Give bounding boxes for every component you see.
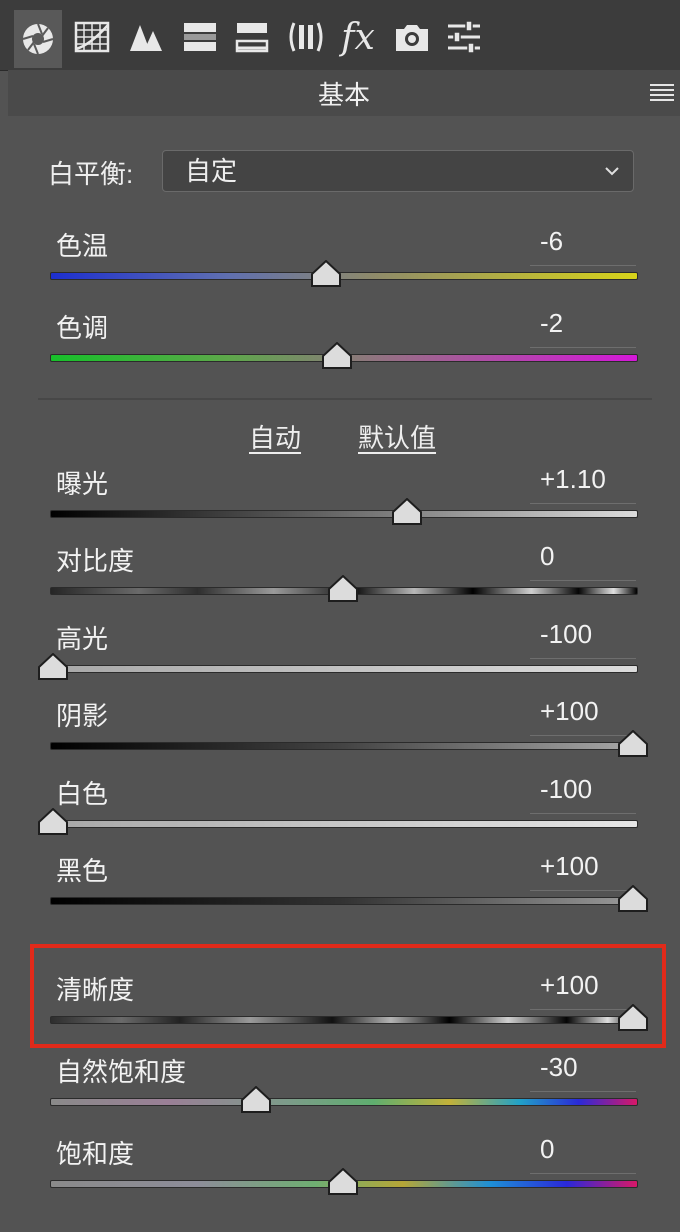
presets-sliders-icon[interactable]: [440, 12, 488, 62]
detail-triangles-icon[interactable]: [122, 12, 170, 62]
lens-corrections-icon[interactable]: [282, 12, 330, 62]
slider-track-temp[interactable]: [50, 272, 638, 280]
slider-value-whites[interactable]: -100: [530, 774, 636, 814]
slider-thumb-saturation[interactable]: [327, 1168, 359, 1196]
panel-menu-icon[interactable]: [650, 82, 674, 102]
slider-track-vibrance[interactable]: [50, 1098, 638, 1106]
hsl-gradient-icon[interactable]: [176, 12, 224, 62]
slider-track-whites[interactable]: [50, 820, 638, 828]
panel-title: 基本: [317, 79, 370, 110]
slider-value-tint[interactable]: -2: [530, 308, 636, 348]
slider-label-exposure: 曝光: [56, 469, 109, 499]
slider-thumb-tint[interactable]: [321, 342, 353, 370]
slider-value-exposure[interactable]: +1.10: [530, 464, 636, 504]
slider-track-shadows[interactable]: [50, 742, 638, 750]
slider-thumb-vibrance[interactable]: [240, 1086, 272, 1114]
slider-thumb-shadows[interactable]: [617, 730, 649, 758]
split-toning-icon[interactable]: [228, 12, 276, 62]
slider-label-vibrance: 自然饱和度: [56, 1057, 187, 1087]
slider-label-contrast: 对比度: [56, 546, 135, 576]
camera-calibration-icon[interactable]: [388, 12, 436, 62]
panel-toolbar: fx: [0, 0, 680, 71]
slider-thumb-blacks[interactable]: [617, 885, 649, 913]
slider-label-whites: 白色: [56, 779, 109, 809]
slider-label-shadows: 阴影: [56, 701, 109, 731]
slider-thumb-highlights[interactable]: [37, 653, 69, 681]
slider-thumb-exposure[interactable]: [391, 498, 423, 526]
slider-value-contrast[interactable]: 0: [530, 541, 636, 581]
white-balance-value: 自定: [185, 156, 238, 186]
clarity-highlight-box: [30, 944, 666, 1048]
slider-label-highlights: 高光: [56, 624, 109, 654]
slider-value-highlights[interactable]: -100: [530, 619, 636, 659]
slider-value-vibrance[interactable]: -30: [530, 1052, 636, 1092]
fx-label: fx: [341, 16, 375, 58]
default-link[interactable]: 默认值: [358, 418, 436, 455]
slider-value-saturation[interactable]: 0: [530, 1134, 636, 1174]
white-balance-label: 白平衡:: [48, 159, 134, 189]
slider-track-blacks[interactable]: [50, 897, 638, 905]
tone-curve-grid-icon[interactable]: [68, 12, 116, 62]
slider-thumb-whites[interactable]: [37, 808, 69, 836]
slider-label-blacks: 黑色: [56, 856, 109, 886]
effects-fx-icon[interactable]: fx: [334, 12, 382, 62]
chevron-down-icon: [605, 167, 619, 176]
slider-track-highlights[interactable]: [50, 665, 638, 673]
basic-aperture-icon[interactable]: [14, 10, 62, 68]
slider-value-temp[interactable]: -6: [530, 226, 636, 266]
auto-link[interactable]: 自动: [249, 418, 301, 455]
slider-label-saturation: 饱和度: [56, 1139, 135, 1169]
slider-track-exposure[interactable]: [50, 510, 638, 518]
slider-label-tint: 色调: [56, 313, 109, 343]
slider-thumb-contrast[interactable]: [327, 575, 359, 603]
white-balance-select[interactable]: 自定: [162, 150, 634, 192]
slider-label-temp: 色温: [56, 231, 109, 261]
section-divider: [38, 398, 652, 400]
slider-thumb-temp[interactable]: [310, 260, 342, 288]
panel-header: 基本: [8, 70, 680, 117]
